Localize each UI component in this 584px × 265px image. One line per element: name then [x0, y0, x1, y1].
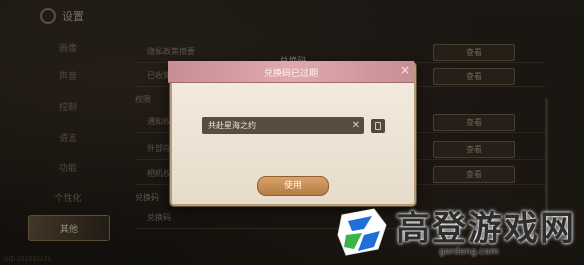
watermark-brand: 高登游戏网: [396, 209, 576, 249]
use-button[interactable]: 使用: [257, 176, 329, 196]
clear-icon[interactable]: ✕: [352, 117, 360, 134]
watermark-url: gordeng.com: [439, 247, 499, 257]
close-icon[interactable]: ×: [398, 63, 412, 77]
dialog-header: 兑换码已过期 ×: [168, 61, 414, 83]
redeem-code-value: 共赴星海之约: [208, 121, 256, 130]
brand-logo-icon: [337, 208, 387, 256]
paste-icon[interactable]: [371, 119, 385, 133]
redeem-dialog: 兑换码 兑换码已过期 × 共赴星海之约 ✕ 使用: [168, 57, 416, 206]
watermark: 高登游戏网 gordeng.com: [334, 197, 584, 265]
dialog-title: 兑换码已过期: [263, 69, 318, 79]
redeem-code-input[interactable]: 共赴星海之约 ✕: [202, 117, 364, 134]
